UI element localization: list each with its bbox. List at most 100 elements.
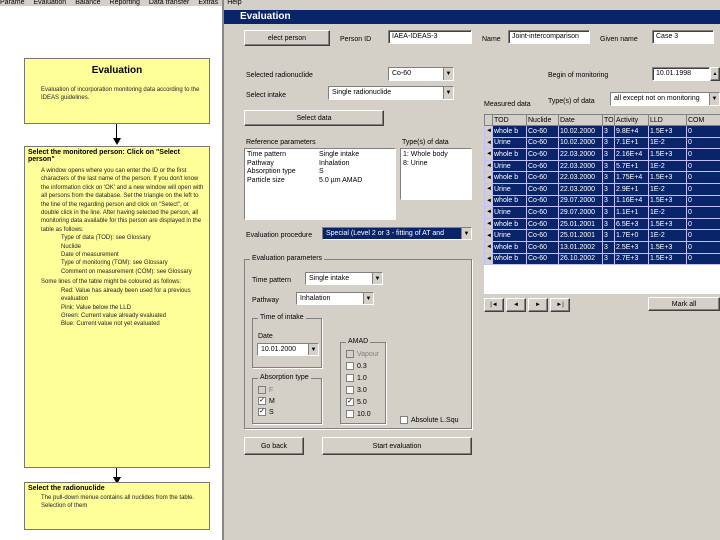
table-cell[interactable]: 5.7E+1 (614, 159, 649, 173)
table-cell[interactable]: 3 (602, 125, 615, 138)
table-row[interactable]: ◄ whole b Co-60 29.07.2000 3 1.16E+4 1.5E+3 0 (484, 194, 720, 208)
table-cell[interactable]: Co-60 (526, 252, 559, 266)
procedure-select[interactable]: Special (Level 2 or 3 - fitting of AT an… (322, 227, 472, 240)
type-of-data-item[interactable]: 8: Urine (403, 160, 469, 169)
table-row[interactable]: ◄ Urine Co-60 22.03.2000 3 5.7E+1 1E-2 0 (484, 159, 720, 173)
table-cell[interactable]: 3 (602, 206, 615, 219)
table-cell[interactable]: 2.7E+3 (614, 252, 649, 266)
table-cell[interactable]: whole b (492, 125, 527, 138)
row-selector-icon[interactable]: ◄ (484, 159, 493, 173)
table-cell[interactable]: whole b (492, 217, 527, 231)
table-cell[interactable]: 3 (602, 217, 615, 231)
table-row[interactable]: ◄ whole b Co-60 22.03.2000 3 1.75E+4 1.5E+3 0 (484, 171, 720, 184)
table-row[interactable]: ◄ Urine Co-60 10.02.2000 3 7.1E+1 1E-2 0 (484, 136, 720, 150)
table-cell[interactable]: 25.01.2001 (558, 217, 603, 231)
table-cell[interactable]: 1.5E+3 (648, 252, 687, 266)
column-header[interactable]: TO (602, 114, 615, 126)
table-cell[interactable]: 22.03.2000 (558, 171, 603, 184)
row-selector-icon[interactable]: ◄ (484, 194, 493, 208)
table-cell[interactable]: Co-60 (526, 182, 559, 196)
checkbox-icon[interactable] (400, 416, 408, 424)
row-selector-icon[interactable]: ◄ (484, 182, 493, 196)
chevron-down-icon[interactable]: ▼ (363, 293, 373, 304)
table-cell[interactable]: Co-60 (526, 159, 559, 173)
chevron-down-icon[interactable]: ▼ (443, 87, 453, 99)
checkbox-icon[interactable] (346, 410, 354, 418)
table-cell[interactable]: Co-60 (526, 229, 559, 242)
table-cell[interactable]: 1.75E+4 (614, 171, 649, 184)
table-cell[interactable]: Co-60 (526, 136, 559, 150)
chevron-down-icon[interactable]: ▼ (372, 273, 382, 284)
table-cell[interactable]: 3 (602, 229, 615, 242)
table-cell[interactable]: whole b (492, 148, 527, 161)
table-cell[interactable]: 1E-2 (648, 182, 687, 196)
row-selector-icon[interactable]: ◄ (484, 252, 493, 266)
row-selector-icon[interactable]: ◄ (484, 125, 493, 138)
start-evaluation-button[interactable]: Start evaluation (322, 437, 472, 455)
table-cell[interactable]: Urine (492, 136, 527, 150)
table-cell[interactable]: Co-60 (526, 240, 559, 254)
table-cell[interactable]: 2.5E+3 (614, 240, 649, 254)
table-cell[interactable]: 0 (686, 125, 720, 138)
table-cell[interactable]: 3 (602, 159, 615, 173)
table-cell[interactable]: 29.07.2000 (558, 194, 603, 208)
table-row[interactable]: ◄ whole b Co-60 22.03.2000 3 2.16E+4 1.5E+3 0 (484, 148, 720, 161)
type-of-data-item[interactable]: 1: Whole body (403, 151, 469, 160)
mark-all-button[interactable]: Mark all (648, 297, 720, 311)
column-header[interactable]: COM (686, 114, 720, 126)
table-cell[interactable]: 1.5E+3 (648, 217, 687, 231)
table-cell[interactable]: whole b (492, 194, 527, 208)
given-name-field[interactable]: Case 3 (652, 30, 714, 44)
amad-checkbox[interactable]: 1.0 (346, 374, 367, 382)
row-selector-icon[interactable]: ◄ (484, 148, 493, 161)
row-selector-icon[interactable]: ◄ (484, 217, 493, 231)
last-record-icon[interactable]: ►| (550, 298, 570, 312)
table-cell[interactable]: 1.5E+3 (648, 194, 687, 208)
table-cell[interactable]: Co-60 (526, 148, 559, 161)
table-cell[interactable]: 29.07.2000 (558, 206, 603, 219)
table-cell[interactable]: 6.5E+3 (614, 217, 649, 231)
table-cell[interactable]: Co-60 (526, 194, 559, 208)
table-cell[interactable]: 3 (602, 171, 615, 184)
absorption-type-checkbox[interactable]: ✓ M (258, 397, 275, 405)
table-cell[interactable]: 2.9E+1 (614, 182, 649, 196)
table-row[interactable]: ◄ whole b Co-60 26.10.2002 3 2.7E+3 1.5E+3 0 (484, 252, 720, 266)
table-cell[interactable]: 0 (686, 159, 720, 173)
amad-checkbox[interactable]: ✓ 5.0 (346, 398, 367, 406)
select-person-button[interactable]: elect person (244, 30, 330, 46)
table-cell[interactable]: 22.03.2000 (558, 159, 603, 173)
table-row[interactable]: ◄ whole b Co-60 10.02.2000 3 9.8E+4 1.5E+3 0 (484, 125, 720, 138)
table-cell[interactable]: Co-60 (526, 125, 559, 138)
next-record-icon[interactable]: ► (528, 298, 548, 312)
checkbox-icon[interactable]: ✓ (258, 408, 266, 416)
table-cell[interactable]: 0 (686, 182, 720, 196)
table-cell[interactable]: 13.01.2002 (558, 240, 603, 254)
select-data-button[interactable]: Select data (244, 110, 384, 126)
column-header[interactable]: Activity (614, 114, 649, 126)
amad-checkbox[interactable]: 0.3 (346, 362, 367, 370)
table-cell[interactable]: 1.7E+0 (614, 229, 649, 242)
table-cell[interactable]: whole b (492, 171, 527, 184)
table-cell[interactable]: 0 (686, 229, 720, 242)
table-cell[interactable]: 0 (686, 252, 720, 266)
checkbox-icon[interactable] (346, 374, 354, 382)
table-cell[interactable]: 25.01.2001 (558, 229, 603, 242)
table-cell[interactable]: 3 (602, 148, 615, 161)
column-header[interactable]: LLD (648, 114, 687, 126)
table-cell[interactable]: 0 (686, 171, 720, 184)
time-pattern-select[interactable]: Single intake ▼ (305, 272, 383, 285)
checkbox-icon[interactable]: ✓ (346, 398, 354, 406)
table-cell[interactable]: Co-60 (526, 171, 559, 184)
table-cell[interactable]: 1E-2 (648, 159, 687, 173)
table-cell[interactable]: 1.1E+1 (614, 206, 649, 219)
chevron-down-icon[interactable]: ▼ (308, 344, 318, 355)
row-selector-icon[interactable]: ◄ (484, 171, 493, 184)
table-cell[interactable]: Urine (492, 206, 527, 219)
absolute-lsq-checkbox[interactable]: Absolute L.Squ (400, 416, 458, 424)
table-cell[interactable]: 9.8E+4 (614, 125, 649, 138)
table-cell[interactable]: Urine (492, 159, 527, 173)
table-cell[interactable]: 3 (602, 182, 615, 196)
pathway-select[interactable]: Inhalation ▼ (296, 292, 374, 305)
table-row[interactable]: ◄ Urine Co-60 22.03.2000 3 2.9E+1 1E-2 0 (484, 182, 720, 196)
spin-icon[interactable]: ▲ (710, 67, 720, 81)
